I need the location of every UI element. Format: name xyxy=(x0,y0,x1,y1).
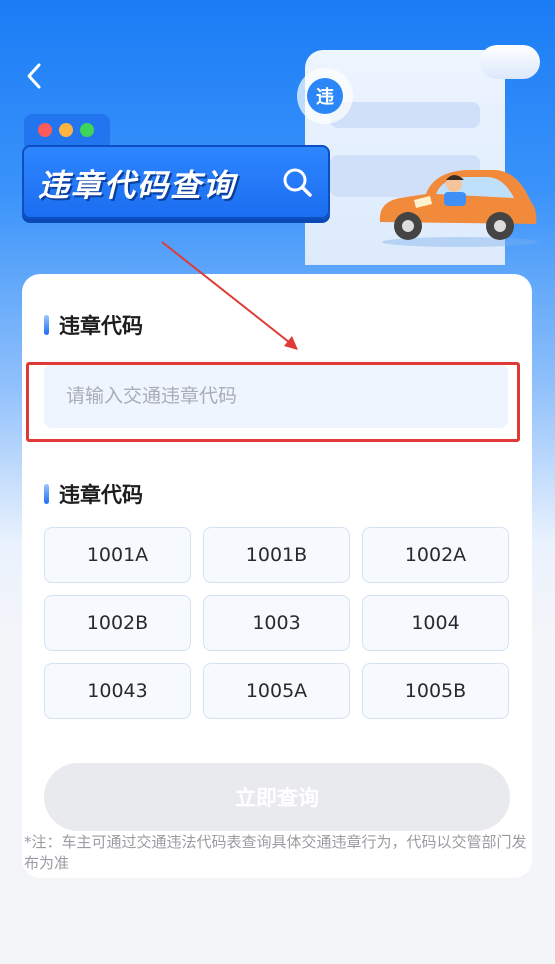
code-chip[interactable]: 1002B xyxy=(44,595,191,651)
back-button[interactable] xyxy=(16,58,52,94)
red-dot-icon xyxy=(38,123,52,137)
code-chip[interactable]: 10043 xyxy=(44,663,191,719)
paper-line xyxy=(330,102,480,128)
query-card: 违章代码 违章代码 1001A 1001B 1002A 1002B 1003 1… xyxy=(22,274,532,878)
violation-code-input[interactable] xyxy=(44,364,508,428)
chat-badge-icon: 违 xyxy=(297,68,353,124)
car-illustration xyxy=(379,170,538,247)
query-now-button[interactable]: 立即查询 xyxy=(44,763,510,831)
code-chip[interactable]: 1001B xyxy=(203,527,350,583)
codes-section-title: 违章代码 xyxy=(59,483,143,507)
section-accent-bar xyxy=(44,484,49,504)
input-section-label: 违章代码 xyxy=(44,310,143,340)
code-chip[interactable]: 1004 xyxy=(362,595,509,651)
search-icon xyxy=(283,168,312,197)
code-chip[interactable]: 1005A xyxy=(203,663,350,719)
code-chip[interactable]: 1002A xyxy=(362,527,509,583)
chat-badge-text: 违 xyxy=(307,78,343,114)
paper-roll-illustration xyxy=(480,45,540,79)
window-chrome xyxy=(24,114,110,146)
codes-section-label: 违章代码 xyxy=(44,479,143,509)
title-banner: 违章代码查询 xyxy=(22,145,330,219)
green-dot-icon xyxy=(80,123,94,137)
disclaimer-note: *注：车主可通过交通违法代码表查询具体交通违章行为，代码以交管部门发布为准 xyxy=(24,833,527,872)
section-accent-bar xyxy=(44,315,49,335)
code-chip[interactable]: 1003 xyxy=(203,595,350,651)
code-chip[interactable]: 1005B xyxy=(362,663,509,719)
code-chip-grid: 1001A 1001B 1002A 1002B 1003 1004 10043 … xyxy=(44,527,510,719)
code-chip[interactable]: 1001A xyxy=(44,527,191,583)
page-title: 违章代码查询 xyxy=(38,167,236,204)
chevron-left-icon xyxy=(27,63,41,89)
input-section-title: 违章代码 xyxy=(59,314,143,338)
orange-dot-icon xyxy=(59,123,73,137)
